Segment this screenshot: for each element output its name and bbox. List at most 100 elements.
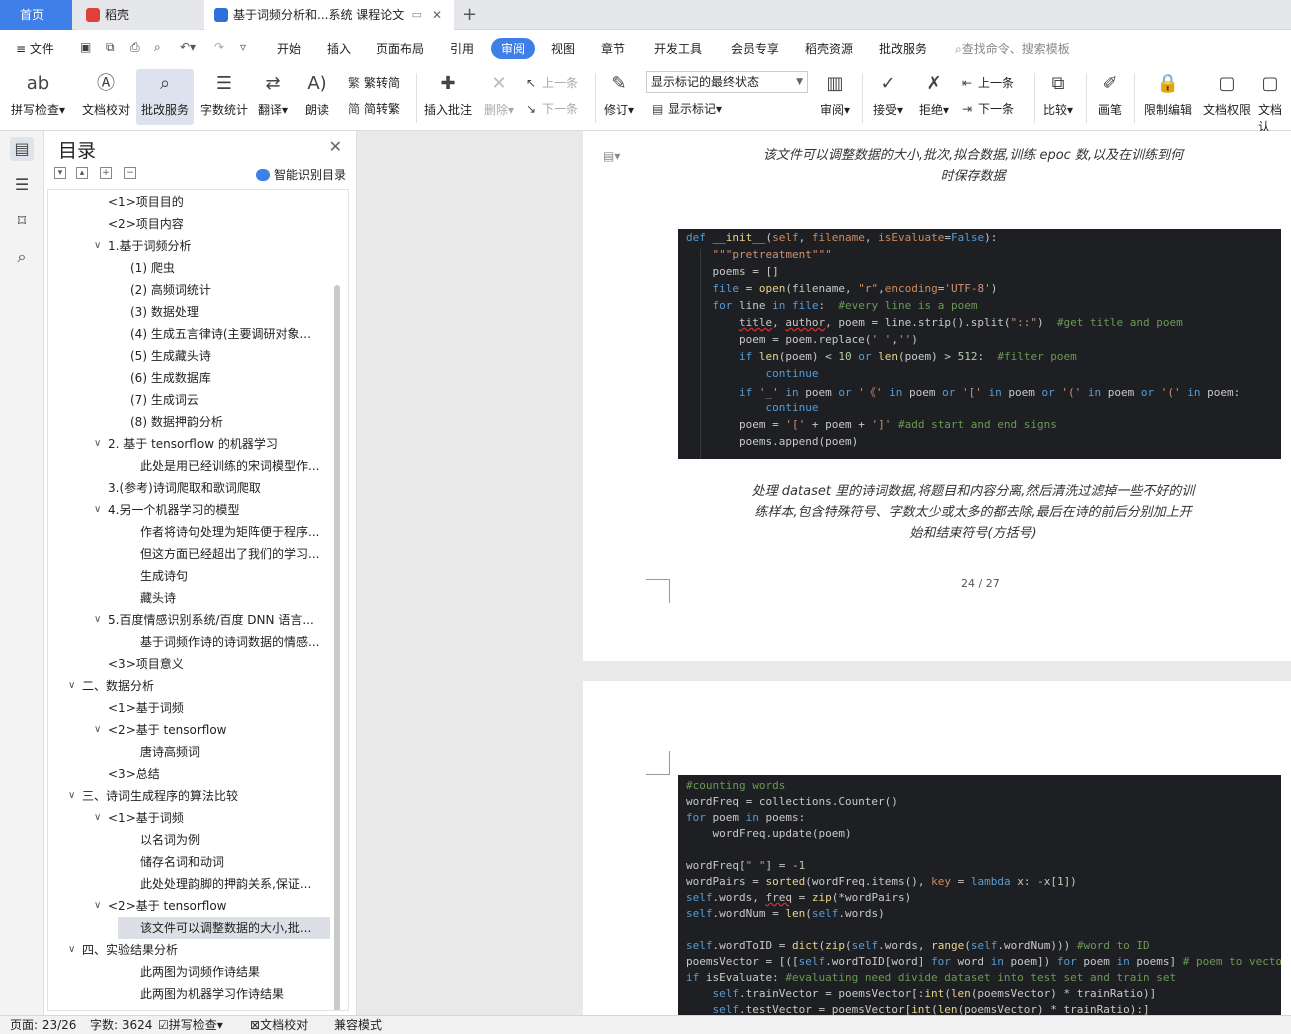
review-pane-button[interactable]: ▥ 审阅▾ <box>816 69 854 118</box>
insert-comment-button[interactable]: ✚ 插入批注 <box>420 69 476 118</box>
menu-file[interactable]: ≡ 文件 <box>16 40 54 57</box>
remove-heading-icon[interactable]: − <box>124 167 136 179</box>
menu-member[interactable]: 会员专享 <box>731 40 779 57</box>
read-aloud-button[interactable]: A) 朗读 <box>300 69 334 118</box>
toc-item[interactable]: (2) 高频词统计 <box>130 279 330 301</box>
toc-item[interactable]: (8) 数据押韵分析 <box>130 411 330 433</box>
tab-home[interactable]: 首页 <box>0 0 72 30</box>
toc-item[interactable]: (6) 生成数据库 <box>130 367 330 389</box>
chevron-down-icon[interactable]: ∨ <box>94 433 101 455</box>
grading-service-button[interactable]: ⌕ 批改服务 <box>136 69 194 125</box>
new-tab-button[interactable]: + <box>462 0 482 30</box>
chevron-down-icon[interactable]: ∨ <box>94 895 101 917</box>
toc-item[interactable]: <3>总结 <box>108 763 330 785</box>
chevron-down-icon[interactable]: ∨ <box>68 785 75 807</box>
toc-item[interactable]: <1>基于词频 <box>108 697 330 719</box>
toc-item[interactable]: ∨ <2>基于 tensorflow <box>94 895 330 917</box>
toc-item[interactable]: <3>项目意义 <box>108 653 330 675</box>
tab-daoke[interactable]: 稻壳 <box>76 0 200 30</box>
toc-item[interactable]: <2>项目内容 <box>108 213 330 235</box>
menu-chapter[interactable]: 章节 <box>601 40 625 57</box>
spell-check-button[interactable]: ab 拼写检查▾ <box>8 69 68 118</box>
menu-grading[interactable]: 批改服务 <box>879 40 927 57</box>
toc-item[interactable]: 基于词频作诗的诗词数据的情感... <box>140 631 330 653</box>
toc-item[interactable]: ∨ 2. 基于 tensorflow 的机器学习 <box>94 433 330 455</box>
markup-state-select[interactable]: 显示标记的最终状态 ▼ <box>646 71 808 93</box>
doc-cert-button[interactable]: ▢ 文档认 <box>1258 69 1291 135</box>
doc-proof-button[interactable]: Ⓐ 文档校对 <box>78 69 134 118</box>
chevron-down-icon[interactable]: ∨ <box>94 807 101 829</box>
toc-item[interactable]: ∨ <2>基于 tensorflow <box>94 719 330 741</box>
track-changes-button[interactable]: ✎ 修订▾ <box>600 69 638 118</box>
page-indicator[interactable]: 页面: 23/26 <box>10 1016 76 1034</box>
toc-item[interactable]: 此处处理韵脚的押韵关系,保证... <box>140 873 330 895</box>
toc-item[interactable]: ∨ 5.百度情感识别系统/百度 DNN 语言... <box>94 609 330 631</box>
chapter-panel-icon[interactable]: ☰ <box>10 173 34 197</box>
doc-menu-icon[interactable]: ▤▾ <box>603 149 620 163</box>
close-icon[interactable]: ✕ <box>329 137 342 156</box>
chevron-down-icon[interactable]: ∨ <box>94 609 101 631</box>
toc-item[interactable]: ∨ 二、数据分析 <box>68 675 330 697</box>
toc-item[interactable]: 唐诗高频词 <box>140 741 330 763</box>
toc-item[interactable]: (7) 生成词云 <box>130 389 330 411</box>
status-proof[interactable]: ⊠文档校对 <box>250 1016 308 1034</box>
toc-item[interactable]: ∨ <1>基于词频 <box>94 807 330 829</box>
expand-all-icon[interactable]: ▴ <box>76 167 88 179</box>
toc-item[interactable]: (4) 生成五言律诗(主要调研对象... <box>130 323 330 345</box>
tab-document[interactable]: 基于词频分析和...系统 课程论文 ▭ ✕ <box>204 0 454 30</box>
menu-start[interactable]: 开始 <box>277 40 301 57</box>
bookmark-icon[interactable]: ⌑ <box>10 209 34 233</box>
toc-item[interactable]: <1>项目目的 <box>108 191 330 213</box>
toc-item[interactable]: 生成诗句 <box>140 565 330 587</box>
monitor-icon[interactable]: ▭ <box>412 0 422 30</box>
restrict-editing-button[interactable]: 🔒 限制编辑 <box>1140 69 1196 118</box>
doc-rights-button[interactable]: ▢ 文档权限 <box>1200 69 1254 118</box>
toc-scrollbar[interactable] <box>334 285 340 1010</box>
show-markup-button[interactable]: ▤ 显示标记▾ <box>652 100 722 117</box>
menu-daoke-resources[interactable]: 稻壳资源 <box>805 40 853 57</box>
chevron-down-icon[interactable]: ∨ <box>94 499 101 521</box>
toc-item[interactable]: 作者将诗句处理为矩阵便于程序... <box>140 521 330 543</box>
translate-button[interactable]: ⇄ 翻译▾ <box>255 69 291 118</box>
toc-item[interactable]: (5) 生成藏头诗 <box>130 345 330 367</box>
simp-to-trad-button[interactable]: 简简转繁 <box>348 100 400 117</box>
menu-devtools[interactable]: 开发工具 <box>654 40 702 57</box>
toc-item[interactable]: (3) 数据处理 <box>130 301 330 323</box>
toc-item[interactable]: 此处是用已经训练的宋词模型作... <box>140 455 330 477</box>
preview-icon[interactable]: ⌕ <box>154 40 161 55</box>
export-icon[interactable]: ⧉ <box>106 40 115 55</box>
print-icon[interactable]: ⎙ <box>130 40 140 55</box>
pen-button[interactable]: ✐ 画笔 <box>1092 69 1128 118</box>
toc-item[interactable]: ∨ 四、实验结果分析 <box>68 939 330 961</box>
menu-review[interactable]: 审阅 <box>491 38 536 59</box>
word-count-button[interactable]: ☰ 字数统计 <box>197 69 251 118</box>
toc-item[interactable]: 3.(参考)诗词爬取和歌词爬取 <box>108 477 330 499</box>
more-icon[interactable]: ▿ <box>240 40 246 54</box>
next-change-button[interactable]: ⇥ 下一条 <box>962 100 1014 117</box>
toc-panel-icon[interactable]: ▤ <box>10 137 34 161</box>
compare-button[interactable]: ⧉ 比较▾ <box>1038 69 1078 118</box>
toc-item[interactable]: ∨ 三、诗词生成程序的算法比较 <box>68 785 330 807</box>
prev-change-button[interactable]: ⇤ 上一条 <box>962 74 1014 91</box>
chevron-down-icon[interactable]: ∨ <box>68 675 75 697</box>
toc-item[interactable]: (1) 爬虫 <box>130 257 330 279</box>
chevron-down-icon[interactable]: ∨ <box>94 235 101 257</box>
close-tab-icon[interactable]: ✕ <box>432 0 442 30</box>
chevron-down-icon[interactable]: ∨ <box>94 719 101 741</box>
command-search[interactable]: ⌕查找命令、搜索模板 <box>955 40 1070 57</box>
toc-item[interactable]: 此两图为词频作诗结果 <box>140 961 330 983</box>
menu-view[interactable]: 视图 <box>551 40 575 57</box>
word-count-indicator[interactable]: 字数: 3624 <box>90 1016 152 1034</box>
next-comment-button[interactable]: ↘ 下一条 <box>526 100 578 117</box>
menu-layout[interactable]: 页面布局 <box>376 40 424 57</box>
trad-to-simp-button[interactable]: 繁繁转简 <box>348 74 400 91</box>
undo-icon[interactable]: ↶▾ <box>180 40 196 54</box>
delete-comment-button[interactable]: ✕ 删除▾ <box>480 69 518 118</box>
toc-item[interactable]: 此两图为机器学习作诗结果 <box>140 983 330 1005</box>
menu-insert[interactable]: 插入 <box>327 40 351 57</box>
toc-item[interactable]: 藏头诗 <box>140 587 330 609</box>
toc-item[interactable]: 该文件可以调整数据的大小,批... <box>118 917 330 939</box>
collapse-all-icon[interactable]: ▾ <box>54 167 66 179</box>
smart-toc-button[interactable]: 智能识别目录 <box>255 166 346 183</box>
search-icon[interactable]: ⌕ <box>10 245 34 269</box>
